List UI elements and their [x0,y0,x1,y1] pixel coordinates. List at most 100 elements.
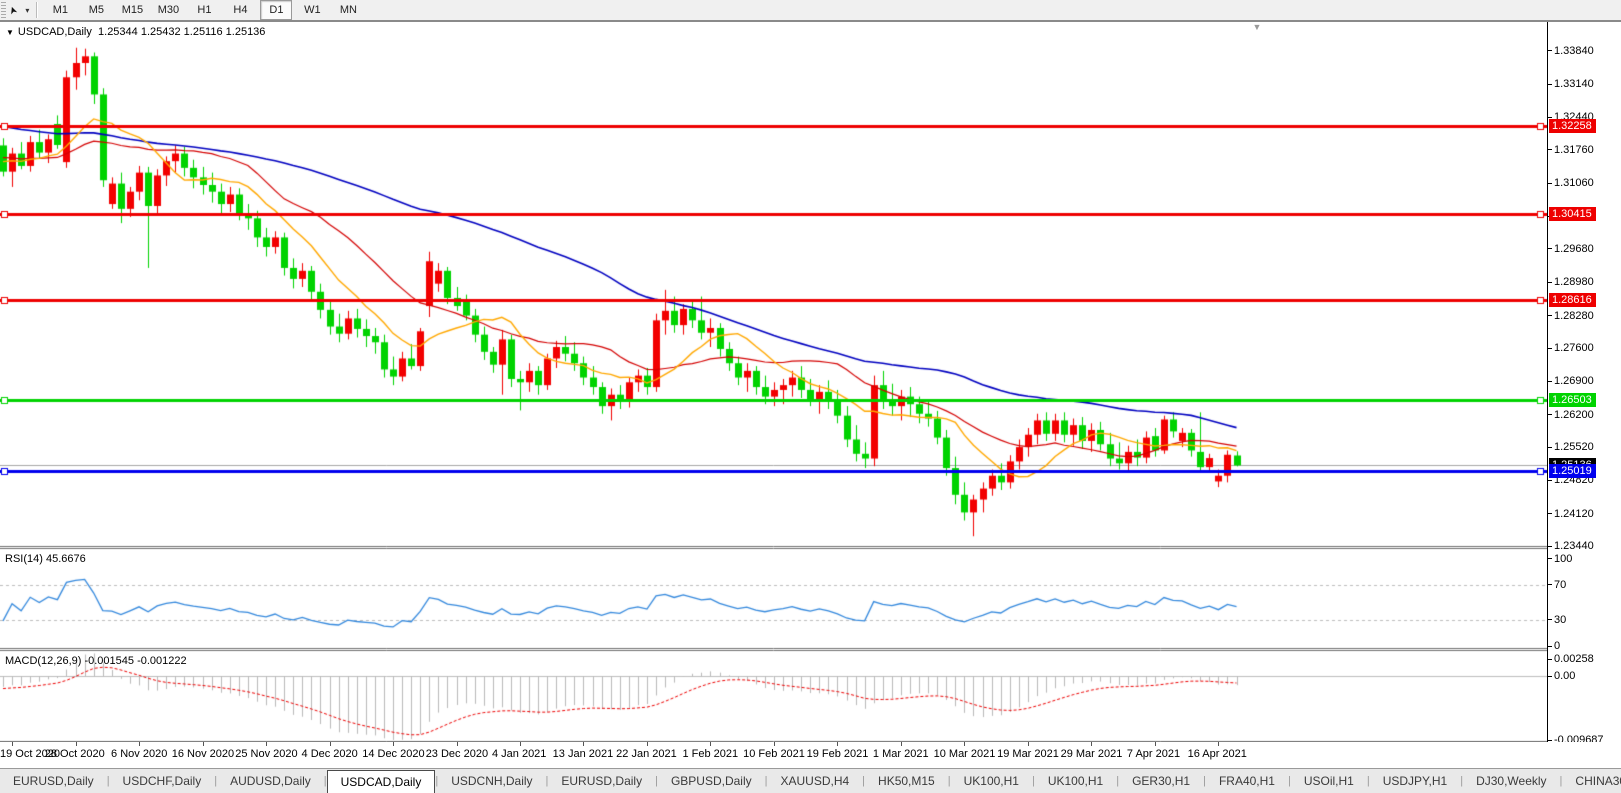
macd-axis-tick: 0.00 [1548,670,1575,682]
tick-mark [1548,182,1552,184]
tick-mark [1548,480,1552,482]
date-axis-label: 19 Mar 2021 [997,748,1059,760]
tab-uk100-h1[interactable]: UK100,H1 [1035,769,1116,793]
tab-uk100-h1[interactable]: UK100,H1 [951,769,1032,793]
date-axis-label: 28 Oct 2020 [44,748,105,760]
tab-usoil-h1[interactable]: USOil,H1 [1291,769,1367,793]
price-axis-tick: 1.28980 [1548,276,1594,288]
date-tick-mark [1091,742,1093,746]
price-axis-tick: 1.33140 [1548,78,1594,90]
tab-usdcad-daily[interactable]: USDCAD,Daily [326,770,436,793]
date-axis-label: 22 Jan 2021 [616,748,677,760]
tick-mark [1548,248,1552,250]
date-tick-mark [202,742,204,746]
price-axis[interactable]: 1.338401.331401.324401.317601.310601.303… [1547,22,1621,746]
date-tick-mark [837,742,839,746]
date-tick-mark [393,742,394,746]
tick-mark [1548,315,1552,317]
chart-collapse-icon[interactable]: ▼ [6,28,14,37]
hline-price-tag: 1.30415 [1549,206,1596,221]
tick-mark [1548,545,1552,547]
date-axis-label: 1 Mar 2021 [872,748,929,760]
date-axis-label: 19 Feb 2021 [806,748,869,760]
tab-audusd-daily[interactable]: AUDUSD,Daily [217,769,324,793]
price-axis-tick: 1.29680 [1548,243,1594,255]
date-tick-mark [646,742,648,746]
date-tick-mark [75,742,77,746]
tab-xauusd-h4[interactable]: XAUUSD,H4 [767,769,862,793]
price-axis-tick: 1.25520 [1548,441,1594,453]
date-axis-label: 13 Jan 2021 [552,748,614,760]
macd-indicator-label: MACD(12,26,9) -0.001545 -0.001222 [5,655,187,667]
timeframe-button-w1[interactable]: W1 [296,0,328,20]
tick-mark [1548,281,1552,283]
date-tick-mark [519,742,521,746]
tick-mark [1548,149,1552,151]
tick-mark [1548,513,1552,515]
timeframe-button-h1[interactable]: H1 [188,0,220,20]
timeframe-button-m30[interactable]: M30 [152,0,184,20]
chart-ohlc-values: 1.25344 1.25432 1.25116 1.25136 [98,26,266,38]
price-axis-tick: 1.26900 [1548,375,1594,387]
hline-price-tag: 1.32258 [1549,119,1596,133]
hline-price-tag: 1.25019 [1549,463,1596,478]
tab-eurusd-daily[interactable]: EURUSD,Daily [0,769,107,793]
tab-usdjpy-h1[interactable]: USDJPY,H1 [1370,769,1460,793]
tab-gbpusd-daily[interactable]: GBPUSD,Daily [658,769,765,793]
symbol-tab-bar: EURUSD,Daily | USDCHF,Daily | AUDUSD,Daily | U… [0,768,1621,793]
timeframe-button-d1[interactable]: D1 [260,0,293,20]
price-axis-tick: 1.26200 [1548,409,1594,421]
chart-shift-marker-icon[interactable]: ▼ [1253,22,1262,32]
date-tick-mark [900,742,902,746]
timeframe-button-m5[interactable]: M5 [80,0,112,20]
chart-symbol-period: USDCAD,Daily [17,26,92,38]
toolbar-separator [36,2,39,18]
date-axis-label: 4 Dec 2020 [301,748,358,760]
tab-china300-h1[interactable]: CHINA300,H1 [1562,769,1621,793]
tab-fra40-h1[interactable]: FRA40,H1 [1206,769,1288,793]
timeframe-button-mn[interactable]: MN [332,0,364,20]
tick-mark [1548,414,1552,416]
date-axis-label: 16 Apr 2021 [1187,748,1247,760]
timeframe-button-h4[interactable]: H4 [224,0,256,20]
date-axis[interactable]: 19 Oct 2020 28 Oct 2020 6 Nov 2020 16 Nov 2… [0,742,1621,768]
symbol-tabs: EURUSD,Daily | USDCHF,Daily | AUDUSD,Daily | U… [0,769,1621,793]
date-axis-label: 23 Dec 2020 [425,748,489,760]
tab-dj30-weekly[interactable]: DJ30,Weekly [1463,769,1559,793]
rsi-axis-tick: 70 [1548,579,1566,591]
timeframe-button-m15[interactable]: M15 [116,0,148,20]
date-tick-mark [139,742,141,746]
chart-area: ▼ USDCAD,Daily 1.25344 1.25432 1.25116 1.… [0,22,1621,768]
price-axis-tick: 1.27600 [1548,342,1594,354]
date-tick-mark [1154,742,1156,746]
tab-eurusd-daily[interactable]: EURUSD,Daily [548,769,655,793]
tab-hk50-m15[interactable]: HK50,M15 [865,769,948,793]
date-tick-mark [1218,742,1220,746]
date-axis-label: 29 Mar 2021 [1060,748,1123,760]
pointer-tool-button[interactable]: ➤ [6,1,22,19]
date-axis-label: 7 Apr 2021 [1126,748,1181,760]
date-tick-mark [1027,742,1029,746]
tab-ger30-h1[interactable]: GER30,H1 [1119,769,1203,793]
tick-mark [1548,446,1552,448]
rsi-axis-tick: 0 [1548,640,1560,652]
price-axis-tick: 1.33840 [1548,45,1594,57]
date-tick-mark [456,742,458,746]
rsi-axis-tick: 100 [1548,553,1572,565]
price-axis-tick: 1.31760 [1548,144,1594,156]
pointer-cursor-icon: ➤ [7,4,21,16]
price-axis-tick: 1.31060 [1548,177,1594,189]
timeframe-button-m1[interactable]: M1 [44,0,76,20]
date-tick-mark [329,742,331,746]
price-axis-tick: 1.23440 [1548,540,1594,552]
tab-usdchf-daily[interactable]: USDCHF,Daily [110,769,215,793]
tab-usdcnh-daily[interactable]: USDCNH,Daily [438,769,545,793]
date-axis-label: 16 Nov 2020 [171,748,235,760]
chart-canvas[interactable] [0,22,1547,742]
date-axis-label: 10 Feb 2021 [743,748,805,760]
hline-price-tag: 1.26503 [1549,393,1596,408]
pointer-dropdown-icon[interactable]: ▾ [22,6,32,15]
date-tick-mark [710,742,712,746]
macd-axis-tick: 0.00258 [1548,653,1594,665]
price-axis-tick: 1.28280 [1548,310,1594,322]
